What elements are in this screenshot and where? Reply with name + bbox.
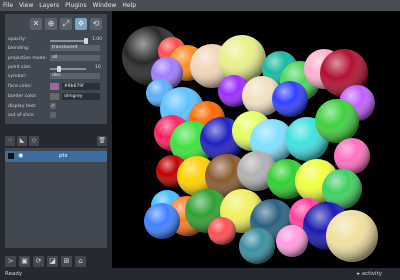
face-color-label: face color: <box>8 84 33 89</box>
face-color-swatch[interactable] <box>50 83 59 90</box>
opacity-label: opacity: <box>8 37 27 42</box>
sphere-shading <box>326 210 378 262</box>
sphere-shading <box>315 99 359 143</box>
blending-label: blending: <box>8 46 30 51</box>
out-of-slice-label: out of slice: <box>8 113 35 118</box>
viewer-buttons: ≻ ▣ ⟳ ◪ ⊞ ⌂ <box>5 254 107 268</box>
layer-buttons: ⁘ ◣ ◇ 🗑 <box>5 134 107 148</box>
symbol-select[interactable]: disc <box>50 73 100 79</box>
face-color-hex-input[interactable]: #9b679f <box>62 83 100 90</box>
menu-help[interactable]: Help <box>119 0 139 11</box>
sphere-shading <box>276 225 308 257</box>
menu-file[interactable]: File <box>0 0 16 11</box>
console-icon[interactable]: ≻ <box>5 255 16 267</box>
new-points-layer-icon[interactable]: ⁘ <box>5 136 15 146</box>
activity-button[interactable]: ▸ activity <box>357 271 382 277</box>
opacity-slider[interactable] <box>50 40 86 42</box>
sphere-shading <box>334 138 370 174</box>
menu-plugins[interactable]: Plugins <box>62 0 90 11</box>
point-size-value: 10 <box>95 65 101 70</box>
sphere-shading <box>218 35 266 83</box>
layer-thumbnail <box>8 153 14 159</box>
out-of-slice-checkbox[interactable] <box>50 112 56 118</box>
visibility-eye-icon[interactable]: ◉ <box>18 152 23 159</box>
points-3d-render <box>122 26 378 264</box>
border-color-input[interactable]: dimgrey <box>62 93 100 100</box>
delete-points-icon[interactable]: ✕ <box>30 18 42 30</box>
point-size-slider-handle[interactable] <box>57 66 61 72</box>
status-bar: Ready ▸ activity <box>0 268 400 280</box>
sphere-shading <box>272 81 308 117</box>
viewer-canvas[interactable] <box>112 11 400 268</box>
border-color-swatch[interactable] <box>50 93 59 100</box>
opacity-value: 1.00 <box>92 37 103 42</box>
status-text: Ready <box>5 271 23 277</box>
new-shapes-layer-icon[interactable]: ◣ <box>17 136 27 146</box>
home-icon[interactable]: ⌂ <box>75 255 86 267</box>
delete-layer-icon[interactable]: 🗑 <box>97 136 107 146</box>
menu-view[interactable]: View <box>16 0 36 11</box>
pan-zoom-icon[interactable]: ✥ <box>75 18 87 30</box>
blending-select[interactable]: translucent <box>50 45 100 51</box>
select-points-icon[interactable]: ⤢ <box>60 18 72 30</box>
menu-bar: File View Layers Plugins Window Help <box>0 0 400 11</box>
new-labels-layer-icon[interactable]: ◇ <box>29 136 39 146</box>
border-color-label: border color: <box>8 94 38 99</box>
menu-layers[interactable]: Layers <box>36 0 62 11</box>
display-text-checkbox[interactable]: ✓ <box>50 103 56 109</box>
add-points-icon[interactable]: ⊕ <box>45 18 57 30</box>
opacity-slider-handle[interactable] <box>84 38 88 44</box>
layer-list: ◉ pts <box>5 148 107 248</box>
layer-name[interactable]: pts <box>59 153 68 159</box>
transpose-icon[interactable]: ◪ <box>47 255 58 267</box>
symbol-label: symbol: <box>8 74 27 79</box>
layer-row-pts[interactable]: ◉ pts <box>5 151 107 162</box>
point-size-label: point size: <box>8 65 32 70</box>
sphere-shading <box>208 217 236 245</box>
point-size-slider[interactable] <box>50 68 86 70</box>
sphere-shading <box>144 203 180 239</box>
tool-buttons: ✕ ⊕ ⤢ ✥ ⟲ <box>30 18 104 32</box>
roll-dimensions-icon[interactable]: ⟳ <box>33 255 44 267</box>
projection-mode-label: projection mode: <box>8 56 47 61</box>
menu-window[interactable]: Window <box>90 0 120 11</box>
sphere-shading <box>239 228 275 264</box>
grid-mode-icon[interactable]: ⊞ <box>61 255 72 267</box>
projection-mode-select[interactable]: all <box>50 55 100 61</box>
transform-icon[interactable]: ⟲ <box>90 18 102 30</box>
ndisplay-toggle-icon[interactable]: ▣ <box>19 255 30 267</box>
display-text-label: display text: <box>8 104 37 109</box>
